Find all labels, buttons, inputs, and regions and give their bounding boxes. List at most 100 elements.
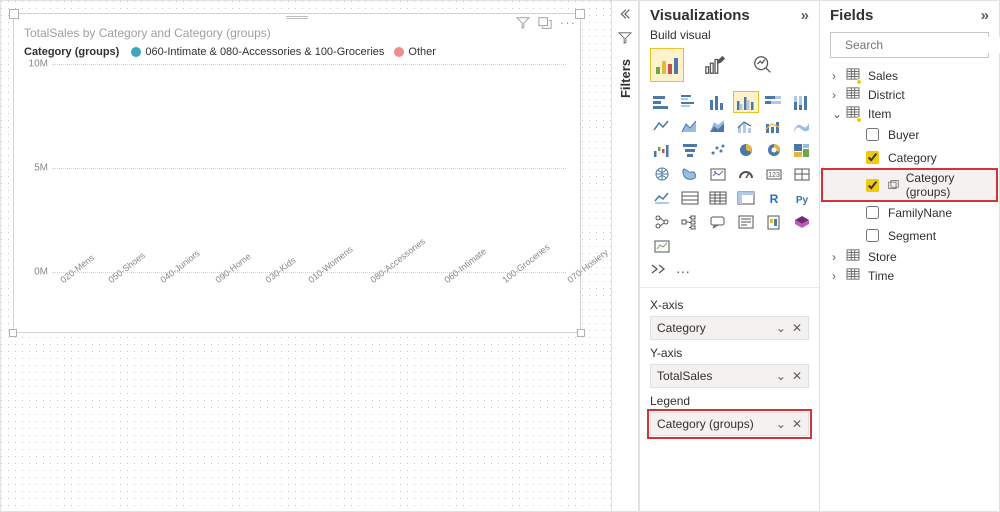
chart-plot: 10M5M0M 020-Mens050-Shoes040-Juniors090-… bbox=[24, 64, 570, 328]
viz-type-slicer[interactable] bbox=[678, 188, 702, 208]
chart-visual-tile[interactable]: ··· TotalSales by Category and Category … bbox=[13, 13, 581, 333]
viz-type-table[interactable] bbox=[706, 188, 730, 208]
chevron-down-icon[interactable]: ⌄ bbox=[776, 417, 786, 431]
expand-gallery-icon[interactable] bbox=[650, 262, 668, 279]
legend-title: Category (groups) bbox=[24, 46, 119, 58]
table-node[interactable]: ›District bbox=[822, 85, 997, 104]
remove-field-icon[interactable]: ✕ bbox=[792, 369, 802, 383]
field-item[interactable]: Category (groups) bbox=[822, 169, 997, 201]
chart-legend: Category (groups) 060-Intimate & 080-Acc… bbox=[24, 46, 570, 58]
field-checkbox[interactable] bbox=[866, 151, 879, 164]
viz-type-stacked-bar-h[interactable] bbox=[650, 92, 674, 112]
field-wells: X-axis Category ⌄✕ Y-axis TotalSales ⌄✕ … bbox=[640, 287, 819, 440]
chart-title: TotalSales by Category and Category (gro… bbox=[24, 26, 570, 40]
chevron-down-icon[interactable]: ⌄ bbox=[776, 369, 786, 383]
drag-handle-icon[interactable] bbox=[286, 15, 308, 21]
viz-type-line-clustered-column[interactable] bbox=[734, 116, 758, 136]
viz-type-clustered-column[interactable] bbox=[734, 92, 758, 112]
viz-type-line[interactable] bbox=[650, 116, 674, 136]
viz-type-donut[interactable] bbox=[762, 140, 786, 160]
build-visual-tab[interactable] bbox=[650, 48, 684, 82]
field-checkbox[interactable] bbox=[866, 206, 879, 219]
viz-type-gauge[interactable] bbox=[734, 164, 758, 184]
report-canvas[interactable]: ··· TotalSales by Category and Category … bbox=[1, 1, 611, 511]
legend-item: 060-Intimate & 080-Accessories & 100-Gro… bbox=[131, 46, 384, 58]
more-visuals-icon[interactable]: ··· bbox=[676, 263, 690, 279]
viz-type-paginated-report[interactable] bbox=[762, 212, 786, 232]
viz-type-filled-map[interactable] bbox=[678, 164, 702, 184]
viz-type-waterfall[interactable] bbox=[650, 140, 674, 160]
viz-type-pie[interactable] bbox=[734, 140, 758, 160]
pane-title: Visualizations bbox=[650, 7, 750, 24]
field-item[interactable]: Buyer bbox=[822, 123, 997, 146]
viz-type-stacked-area[interactable] bbox=[706, 116, 730, 136]
viz-type-line-stacked-column[interactable] bbox=[762, 116, 786, 136]
legend-item: Other bbox=[394, 46, 436, 58]
fields-tree: ›Sales›District⌄ItemBuyerCategoryCategor… bbox=[820, 64, 999, 287]
viz-type-python-visual[interactable]: Py bbox=[790, 188, 814, 208]
viz-type-100pct-bar[interactable] bbox=[762, 92, 786, 112]
pane-subtitle: Build visual bbox=[640, 26, 819, 48]
field-item[interactable]: Segment bbox=[822, 224, 997, 247]
visual-type-gallery: 123 R Py bbox=[640, 88, 819, 260]
viz-type-kpi[interactable] bbox=[650, 188, 674, 208]
pane-title: Fields bbox=[830, 7, 873, 24]
viz-type-key-influencers[interactable] bbox=[650, 212, 674, 232]
focus-mode-icon[interactable] bbox=[538, 16, 552, 33]
viz-type-decomposition-tree[interactable] bbox=[678, 212, 702, 232]
filter-icon bbox=[618, 31, 632, 45]
fields-pane: Fields » ›Sales›District⌄ItemBuyerCatego… bbox=[819, 1, 999, 511]
viz-type-100pct-column[interactable] bbox=[790, 92, 814, 112]
filters-pane-collapsed[interactable]: Filters bbox=[611, 1, 639, 511]
analytics-tab[interactable] bbox=[746, 48, 780, 82]
viz-type-r-visual[interactable]: R bbox=[762, 188, 786, 208]
yaxis-well[interactable]: TotalSales ⌄✕ bbox=[650, 364, 809, 388]
viz-type-scatter[interactable] bbox=[706, 140, 730, 160]
yaxis-well-label: Y-axis bbox=[650, 346, 809, 360]
viz-type-power-apps[interactable] bbox=[790, 212, 814, 232]
viz-type-azure-map[interactable] bbox=[706, 164, 730, 184]
field-checkbox[interactable] bbox=[866, 179, 879, 192]
table-node[interactable]: ⌄Item bbox=[822, 104, 997, 123]
viz-type-multi-row-card[interactable] bbox=[790, 164, 814, 184]
svg-text:R: R bbox=[770, 192, 779, 206]
legend-well-label: Legend bbox=[650, 394, 809, 408]
table-node[interactable]: ›Sales bbox=[822, 66, 997, 85]
viz-type-stacked-column[interactable] bbox=[706, 92, 730, 112]
field-checkbox[interactable] bbox=[866, 229, 879, 242]
remove-field-icon[interactable]: ✕ bbox=[792, 417, 802, 431]
viz-type-treemap[interactable] bbox=[790, 140, 814, 160]
viz-type-matrix[interactable] bbox=[734, 188, 758, 208]
viz-type-qa-visual[interactable] bbox=[706, 212, 730, 232]
collapse-pane-icon[interactable]: » bbox=[981, 7, 989, 24]
viz-type-icon[interactable] bbox=[650, 236, 674, 256]
collapse-pane-icon[interactable]: » bbox=[801, 7, 809, 24]
legend-well[interactable]: Category (groups) ⌄✕ bbox=[650, 412, 809, 436]
visualizations-pane: Visualizations » Build visual 123 R Py ···… bbox=[639, 1, 819, 511]
viz-type-clustered-bar-h[interactable] bbox=[678, 92, 702, 112]
viz-type-card[interactable]: 123 bbox=[762, 164, 786, 184]
table-node[interactable]: ›Time bbox=[822, 266, 997, 285]
fields-search[interactable] bbox=[830, 32, 989, 58]
viz-type-area[interactable] bbox=[678, 116, 702, 136]
table-node[interactable]: ›Store bbox=[822, 247, 997, 266]
viz-type-map[interactable] bbox=[650, 164, 674, 184]
app-root: ··· TotalSales by Category and Category … bbox=[0, 0, 1000, 512]
viz-type-funnel[interactable] bbox=[678, 140, 702, 160]
filters-label: Filters bbox=[618, 59, 633, 98]
expand-left-icon[interactable] bbox=[618, 7, 632, 21]
format-visual-tab[interactable] bbox=[698, 48, 732, 82]
remove-field-icon[interactable]: ✕ bbox=[792, 321, 802, 335]
search-input[interactable] bbox=[843, 37, 1000, 53]
more-options-icon[interactable]: ··· bbox=[560, 16, 576, 33]
xaxis-well[interactable]: Category ⌄✕ bbox=[650, 316, 809, 340]
field-checkbox[interactable] bbox=[866, 128, 879, 141]
svg-text:123: 123 bbox=[768, 172, 780, 179]
filter-icon[interactable] bbox=[516, 16, 530, 33]
svg-text:Py: Py bbox=[796, 195, 809, 206]
chevron-down-icon[interactable]: ⌄ bbox=[776, 321, 786, 335]
viz-type-smart-narrative[interactable] bbox=[734, 212, 758, 232]
field-item[interactable]: Category bbox=[822, 146, 997, 169]
viz-type-ribbon[interactable] bbox=[790, 116, 814, 136]
field-item[interactable]: FamilyNane bbox=[822, 201, 997, 224]
